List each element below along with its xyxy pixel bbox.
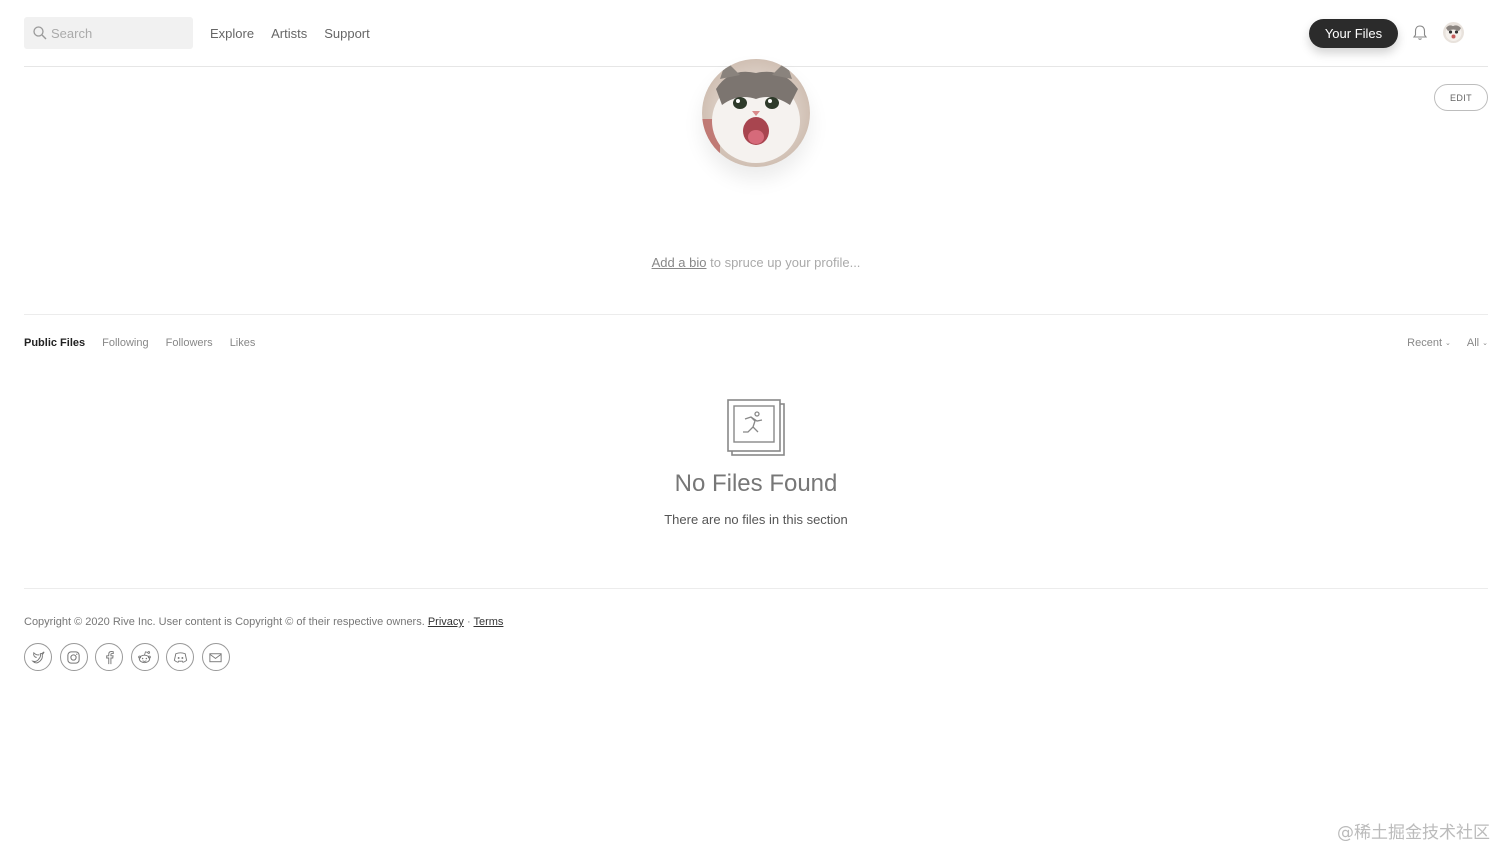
your-files-button[interactable]: Your Files: [1309, 19, 1398, 48]
sort-label: Recent: [1407, 337, 1443, 349]
mail-icon[interactable]: [201, 643, 230, 671]
nav-support[interactable]: Support: [324, 25, 370, 42]
search-input[interactable]: Search: [24, 17, 193, 49]
copyright-text: Copyright © 2020 Rive Inc. User content …: [24, 616, 503, 628]
nav-explore[interactable]: Explore: [210, 25, 254, 42]
type-dropdown[interactable]: All ⌄: [1467, 337, 1488, 350]
privacy-link[interactable]: Privacy: [428, 616, 464, 628]
profile-tabs: Public Files Following Followers Likes: [24, 337, 272, 350]
top-bar: Search Explore Artists Support: [24, 0, 1488, 67]
filters: Recent ⌄ All ⌄: [1391, 337, 1488, 350]
sort-dropdown[interactable]: Recent ⌄: [1407, 337, 1451, 350]
tab-public-files[interactable]: Public Files: [24, 337, 85, 350]
bio-prompt-text: to spruce up your profile...: [706, 255, 861, 270]
terms-link[interactable]: Terms: [473, 616, 503, 628]
tab-likes[interactable]: Likes: [230, 337, 256, 350]
chevron-down-icon: ⌄: [1445, 340, 1451, 347]
chevron-down-icon: ⌄: [1482, 340, 1488, 347]
profile-page: Search Explore Artists Support Your File…: [0, 0, 1512, 863]
instagram-icon[interactable]: [59, 643, 88, 671]
type-label: All: [1466, 337, 1480, 349]
main-nav: Explore Artists Support: [210, 25, 387, 42]
twitter-icon[interactable]: [24, 643, 52, 671]
profile-avatar: [702, 59, 810, 167]
search-icon: [33, 26, 47, 40]
discord-icon[interactable]: [166, 643, 194, 671]
divider: [24, 314, 1488, 315]
user-avatar[interactable]: [1443, 22, 1464, 43]
facebook-icon[interactable]: [95, 643, 123, 671]
social-links: [24, 643, 237, 671]
bell-icon[interactable]: [1412, 24, 1428, 41]
divider: [24, 588, 1488, 589]
empty-title: No Files Found: [674, 470, 838, 497]
bio-prompt: Add a bio to spruce up your profile...: [0, 255, 1512, 270]
watermark: @稀土掘金技术社区: [1337, 823, 1490, 843]
tab-following[interactable]: Following: [102, 337, 148, 350]
copyright-label: Copyright © 2020 Rive Inc. User content …: [24, 616, 425, 628]
edit-profile-button[interactable]: EDIT: [1434, 84, 1488, 111]
empty-files-icon: [727, 399, 785, 456]
add-bio-link[interactable]: Add a bio: [652, 255, 707, 270]
tab-followers[interactable]: Followers: [166, 337, 213, 350]
empty-subtitle: There are no files in this section: [664, 512, 848, 527]
nav-artists[interactable]: Artists: [271, 25, 307, 42]
search-placeholder: Search: [51, 25, 93, 41]
reddit-icon[interactable]: [130, 643, 159, 671]
